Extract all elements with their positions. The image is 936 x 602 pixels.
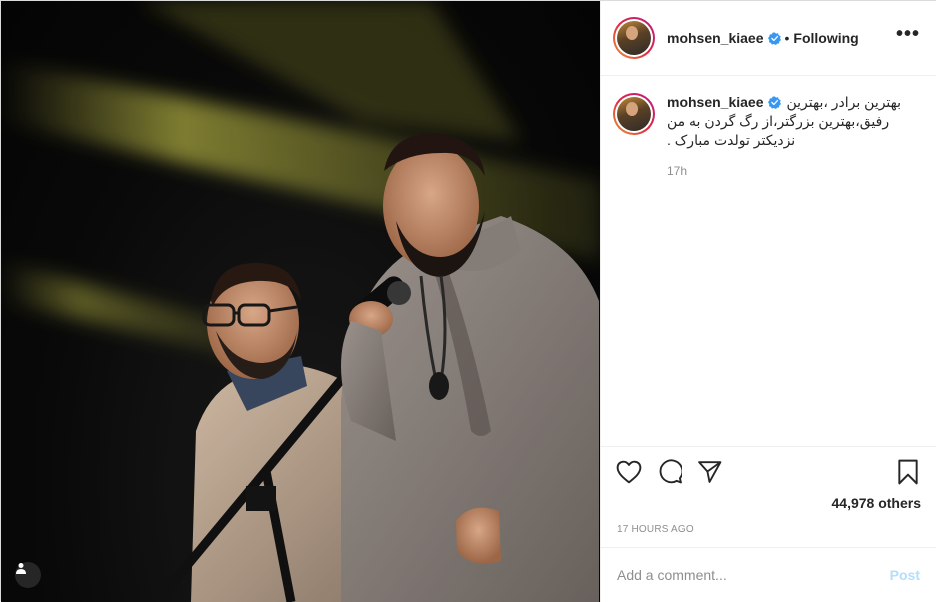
save-button[interactable] (894, 458, 922, 486)
avatar-image (617, 21, 651, 55)
caption-text-line-1: بهترین برادر ،بهترین (786, 94, 902, 110)
post-modal: mohsen_kiaee • Following ••• mohsen_kiae… (0, 0, 936, 602)
post-photo[interactable] (1, 1, 600, 602)
bookmark-icon (898, 459, 918, 484)
caption-text-line-2: رفیق،بهترین بزرگتر،از رگ گردن به من (667, 113, 890, 129)
like-button[interactable] (615, 458, 643, 486)
caption-text-line-3: نزدیکتر تولدت مبارک . (667, 132, 796, 148)
post-time-ago[interactable]: 17 HOURS AGO (617, 524, 694, 535)
caption-avatar[interactable] (613, 93, 655, 135)
concert-photo (1, 1, 600, 602)
caption-username-link[interactable]: mohsen_kiaee (667, 93, 764, 112)
user-tag-button[interactable] (15, 562, 41, 588)
comment-button[interactable] (655, 458, 683, 486)
comment-bar: Post (601, 547, 936, 602)
post-side-panel: mohsen_kiaee • Following ••• mohsen_kiae… (600, 1, 936, 602)
share-button[interactable] (695, 458, 723, 486)
post-header: mohsen_kiaee • Following ••• (601, 1, 936, 76)
heart-icon (616, 460, 642, 483)
action-bar (601, 446, 936, 496)
caption: mohsen_kiaee بهترین برادر ،بهترین رفیق،ب… (613, 93, 923, 181)
more-options-button[interactable]: ••• (896, 23, 920, 54)
comment-input[interactable] (617, 567, 890, 583)
post-comment-button[interactable]: Post (890, 567, 920, 583)
separator-dot: • (784, 30, 790, 46)
likes-count[interactable]: 44,978 others (617, 495, 922, 511)
avatar-image (617, 97, 651, 131)
share-icon (697, 461, 721, 483)
verified-badge-icon (767, 31, 781, 45)
caption-timestamp[interactable]: 17h (667, 162, 901, 181)
verified-badge-icon (767, 96, 781, 109)
comment-icon (659, 459, 682, 484)
user-tag-icon (16, 563, 26, 574)
following-button[interactable]: Following (793, 30, 858, 46)
avatar[interactable] (613, 17, 655, 59)
username-link[interactable]: mohsen_kiaee (667, 30, 764, 46)
